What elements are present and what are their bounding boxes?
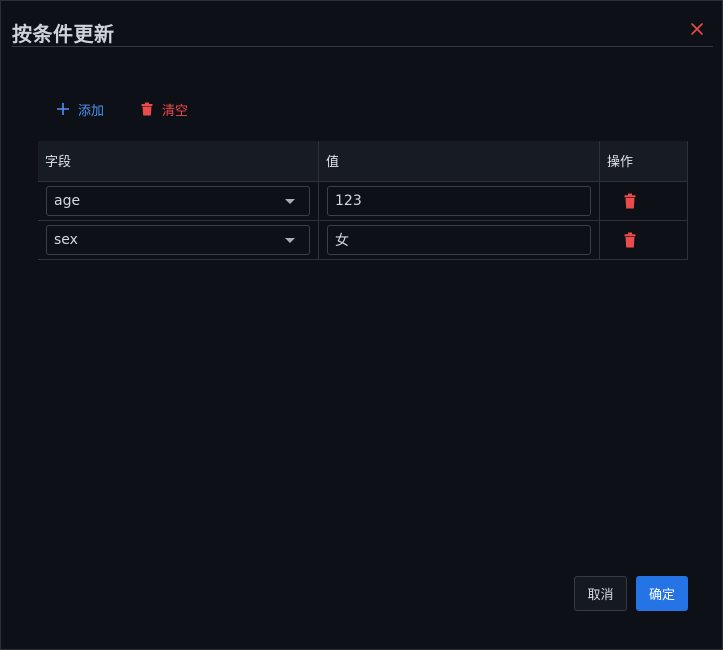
clear-button-label: 清空 [162, 103, 189, 119]
operation-cell [599, 220, 688, 260]
field-select-value: age [54, 192, 81, 209]
header-value: 值 [318, 141, 600, 182]
trash-icon[interactable] [623, 193, 637, 209]
close-button[interactable] [689, 21, 705, 37]
update-by-condition-dialog: 按条件更新 添加 清空 字段 值 操作 age 123 sex 女 取消 确定 [0, 0, 723, 650]
add-button[interactable]: 添加 [56, 100, 104, 119]
confirm-button[interactable]: 确定 [636, 576, 688, 611]
trash-icon[interactable] [623, 232, 637, 248]
header-operation: 操作 [599, 141, 688, 182]
field-select[interactable]: age [46, 185, 310, 216]
field-select-value: sex [54, 231, 78, 248]
clear-button[interactable]: 清空 [140, 100, 188, 119]
dialog-header: 按条件更新 [12, 15, 713, 47]
chevron-down-icon [285, 237, 295, 243]
close-icon [691, 23, 703, 35]
field-select[interactable]: sex [46, 224, 310, 255]
dialog-title: 按条件更新 [12, 22, 115, 46]
condition-table: 字段 值 操作 age 123 sex 女 [38, 141, 688, 260]
value-cell [318, 220, 600, 260]
plus-icon [57, 103, 69, 115]
table-row: age [38, 181, 688, 221]
value-input[interactable] [327, 185, 591, 216]
chevron-down-icon [285, 198, 295, 204]
table-header-row: 字段 值 操作 [38, 141, 688, 182]
cancel-button[interactable]: 取消 [574, 576, 627, 611]
condition-toolbar: 添加 清空 [56, 99, 188, 119]
table-row: sex [38, 220, 688, 260]
trash-icon [141, 102, 153, 116]
add-button-label: 添加 [78, 103, 105, 119]
field-cell: sex [38, 220, 319, 260]
value-cell [318, 181, 600, 221]
value-input[interactable] [327, 224, 591, 255]
field-cell: age [38, 181, 319, 221]
operation-cell [599, 181, 688, 221]
header-field: 字段 [38, 141, 319, 182]
